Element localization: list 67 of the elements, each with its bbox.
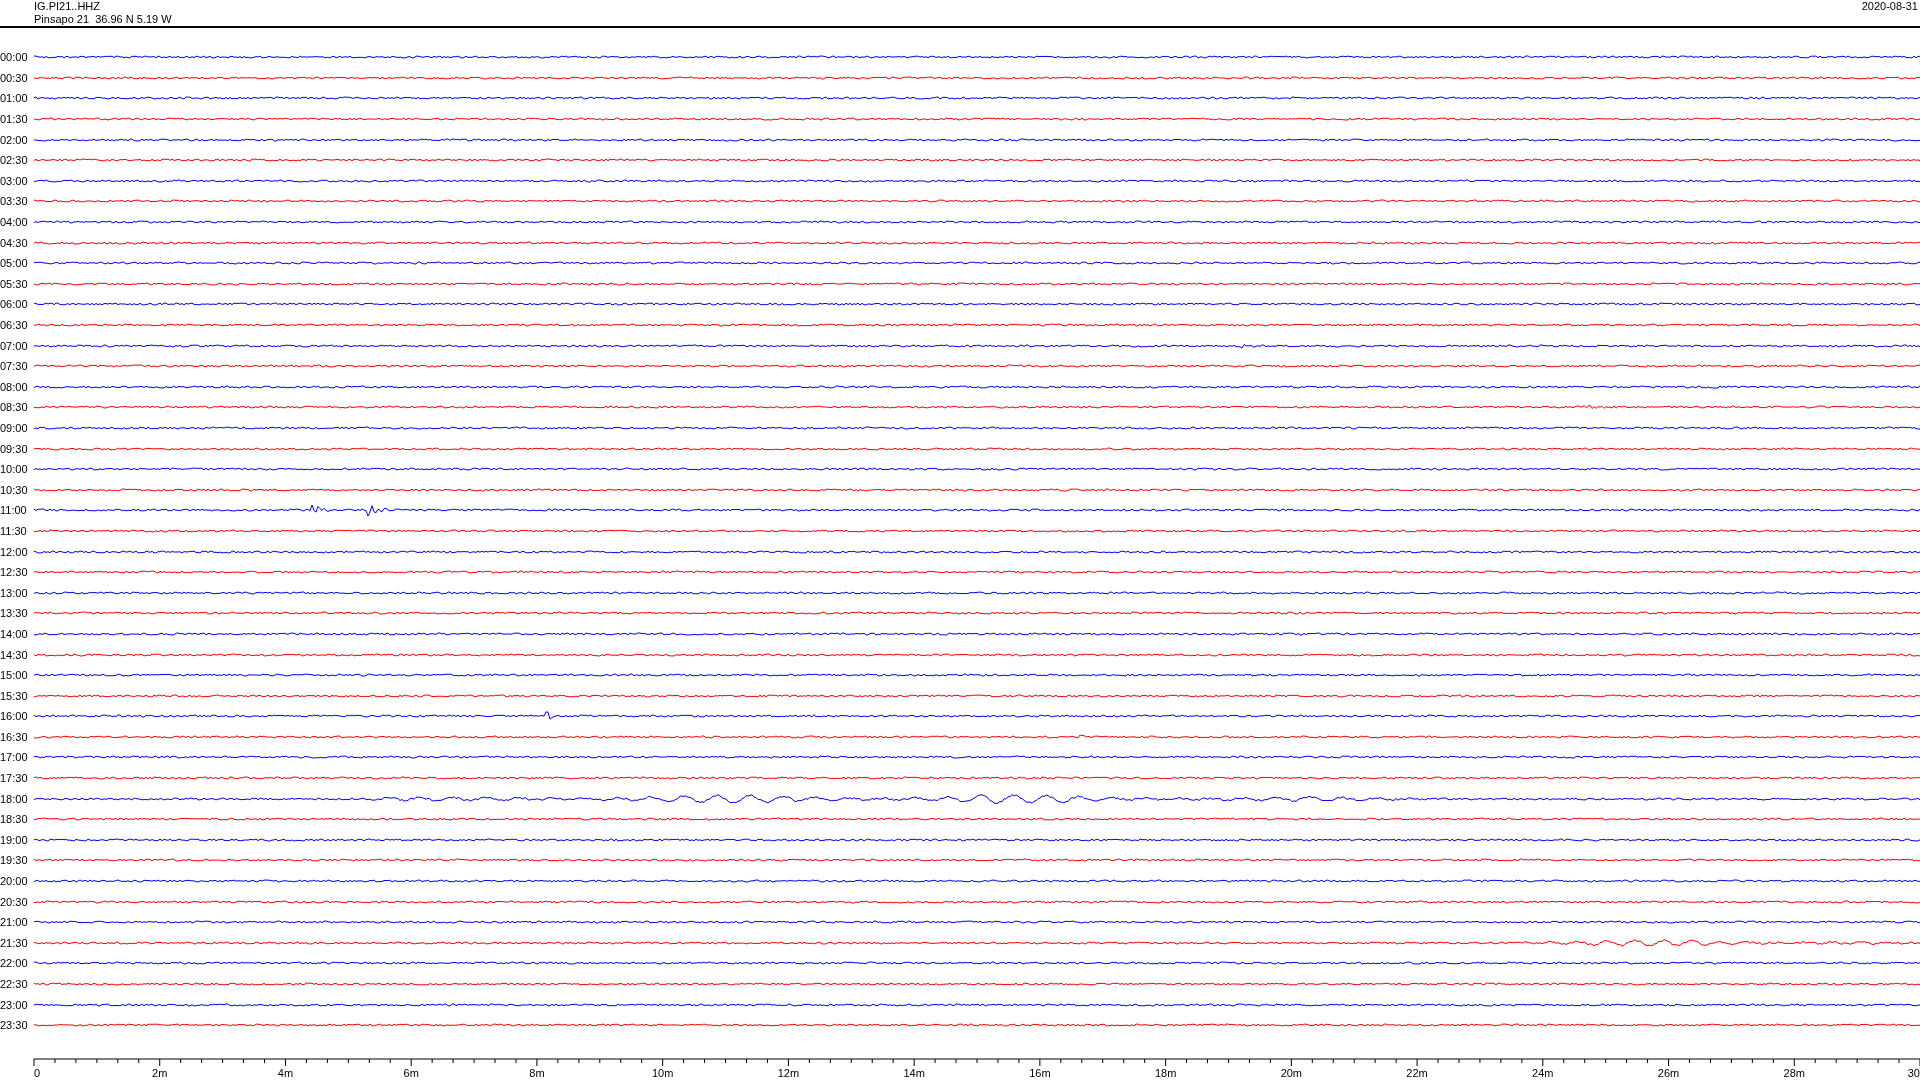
time-label: 09:00	[0, 422, 29, 434]
time-label: 15:30	[0, 689, 29, 702]
time-label: 03:30	[0, 195, 29, 208]
station-code: IG.PI21..HHZ	[34, 0, 102, 13]
time-label: 20:00	[0, 875, 29, 888]
time-label: 23:00	[0, 998, 29, 1011]
time-label: 22:30	[0, 978, 29, 990]
axis-label: 24m	[1532, 1066, 1554, 1079]
time-label: 04:00	[0, 216, 29, 229]
station-location: Pinsapo 21 36.96 N 5.19 W	[34, 13, 172, 26]
time-label: 11:00	[0, 504, 28, 517]
time-label: 22:00	[0, 957, 29, 970]
time-label: 18:00	[0, 792, 29, 805]
time-label: 17:30	[0, 772, 29, 785]
axis-label: 6m	[403, 1066, 419, 1079]
time-label: 14:00	[0, 627, 29, 640]
date-label: 2020-08-31	[1861, 0, 1918, 14]
axis-label: 14m	[903, 1066, 925, 1079]
axis-label: 22m	[1406, 1066, 1428, 1079]
time-label: 20:30	[0, 895, 29, 908]
time-label: 16:00	[0, 710, 29, 723]
time-label: 09:30	[0, 442, 29, 455]
axis-label: 28m	[1783, 1066, 1805, 1079]
time-label: 14:30	[0, 648, 29, 661]
time-label: 00:00	[0, 51, 29, 64]
time-label: 06:30	[0, 319, 29, 331]
time-label: 21:00	[0, 916, 29, 929]
time-label: 05:30	[0, 277, 29, 290]
time-label: 10:00	[0, 463, 29, 476]
time-label: 10:30	[0, 483, 29, 496]
time-label: 07:00	[0, 339, 29, 352]
axis-label: 8m	[529, 1066, 545, 1079]
time-label: 02:00	[0, 133, 29, 146]
axis-label: 4m	[277, 1066, 294, 1079]
time-label: 08:00	[0, 380, 29, 393]
time-label: 13:00	[0, 586, 29, 599]
time-label: 16:30	[0, 730, 29, 743]
time-label: 17:00	[0, 751, 29, 764]
time-label: 06:00	[0, 298, 29, 311]
axis-label: 12m	[777, 1066, 800, 1079]
axis-label: 26m	[1657, 1066, 1680, 1079]
time-label: 01:00	[0, 92, 29, 105]
axis-label: 20m	[1280, 1066, 1303, 1079]
time-label: 19:30	[0, 854, 29, 867]
time-label: 19:00	[0, 833, 29, 846]
time-label: 11:30	[0, 524, 28, 537]
time-label: 12:00	[0, 545, 29, 558]
axis-label: 18m	[1154, 1066, 1177, 1079]
time-label: 01:30	[0, 113, 29, 126]
time-label: 18:30	[0, 813, 29, 826]
time-label: 07:30	[0, 360, 29, 373]
axis-label: 0	[34, 1066, 41, 1079]
time-label: 12:30	[0, 566, 29, 579]
axis-label: 30	[1907, 1066, 1920, 1079]
time-label: 03:00	[0, 174, 29, 187]
time-label: 05:00	[0, 257, 29, 270]
time-label: 04:30	[0, 236, 29, 249]
time-label: 00:30	[0, 71, 29, 84]
time-label: 21:30	[0, 936, 29, 949]
axis-label: 10m	[651, 1066, 674, 1079]
time-label: 23:30	[0, 1019, 29, 1032]
time-label: 02:30	[0, 154, 29, 167]
axis-label: 16m	[1029, 1066, 1051, 1079]
axis-label: 2m	[152, 1066, 168, 1079]
time-label: 08:30	[0, 401, 29, 414]
time-label: 15:00	[0, 669, 29, 682]
time-label: 13:30	[0, 607, 29, 620]
